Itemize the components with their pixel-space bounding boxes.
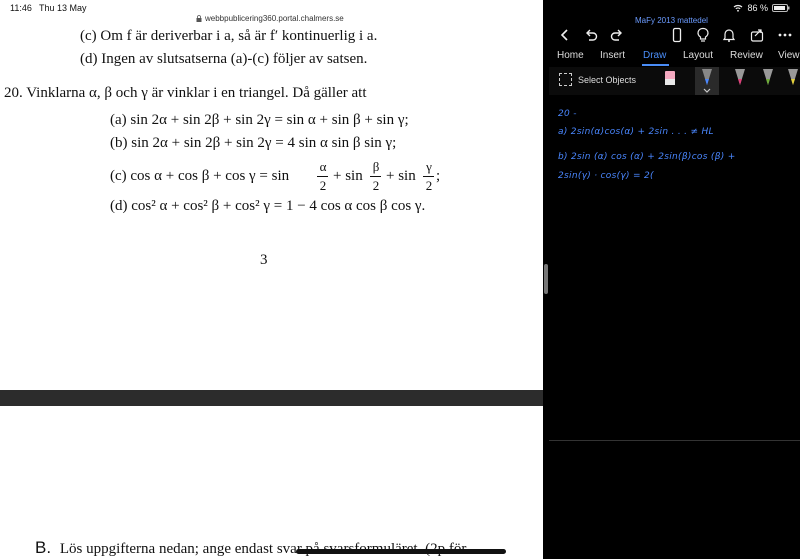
undo-icon[interactable] [583, 27, 599, 43]
option-c-label: (c) cos α + cos β + cos γ = sin [110, 168, 290, 184]
pdf-line-c: (c) Om f är deriverbar i a, så är f′ kon… [80, 28, 378, 44]
tab-view[interactable]: View [778, 50, 800, 61]
ribbon-tabs: Home Insert Draw Layout Review View [549, 50, 800, 66]
pdf-line-d: (d) Ingen av slutsatserna (a)-(c) följer… [80, 51, 368, 67]
page-gap [0, 390, 543, 406]
tab-review[interactable]: Review [730, 50, 763, 61]
plus-sin-2: + sin [386, 168, 416, 184]
plus-sin-1: + sin [333, 168, 363, 184]
frac-beta-den: 2 [372, 178, 380, 193]
draw-toolbar: Select Objects [549, 67, 800, 95]
section-b-text: B. Lös uppgifterna nedan; ange endast sv… [35, 538, 466, 558]
select-objects-button[interactable]: Select Objects [559, 73, 636, 86]
status-time: 11:46 [10, 3, 32, 13]
eraser-icon[interactable] [659, 67, 681, 95]
tab-draw[interactable]: Draw [643, 50, 666, 61]
tab-layout[interactable]: Layout [683, 50, 713, 61]
phone-view-icon[interactable] [669, 27, 685, 43]
option-b: (b) sin 2α + sin 2β + sin 2γ = 4 sin α s… [110, 135, 397, 151]
onenote-pane: 86 % MaFy 2013 mattedel Home Insert Draw… [549, 0, 800, 559]
pen-green-icon[interactable] [757, 67, 779, 95]
back-chevron-icon[interactable] [557, 27, 573, 43]
option-c: (c) cos α + cos β + cos γ = sin [110, 168, 289, 185]
page-number: 3 [260, 252, 268, 268]
status-bar-right: 86 % [733, 3, 790, 13]
frac-gamma-den: 2 [425, 178, 433, 193]
url-text: webbpublicering360.portal.chalmers.se [205, 14, 344, 23]
lightbulb-icon[interactable] [695, 27, 711, 43]
tab-insert[interactable]: Insert [600, 50, 625, 61]
wifi-icon [734, 4, 743, 12]
lasso-select-icon [559, 73, 572, 86]
option-a: (a) sin 2α + sin 2β + sin 2γ = sin α + s… [110, 112, 409, 128]
select-objects-label: Select Objects [578, 74, 637, 85]
frac-beta-num: β [372, 159, 380, 174]
ink-line: 2sin(γ) · cos(γ) = 2( [558, 171, 654, 181]
frac-alpha-den: 2 [319, 178, 327, 193]
browser-pane: 11:46 Thu 13 May webbpublicering360.port… [0, 0, 543, 559]
option-d: (d) cos² α + cos² β + cos² γ = 1 − 4 cos… [110, 198, 426, 214]
question-20-heading: 20. Vinklarna α, β och γ är vinklar i en… [4, 85, 367, 101]
top-toolbar [549, 27, 800, 47]
frac-alpha-num: α [319, 159, 327, 174]
bell-icon[interactable] [721, 27, 737, 43]
status-date: Thu 13 May [39, 3, 87, 13]
share-icon[interactable] [749, 27, 765, 43]
split-view-handle[interactable] [544, 264, 548, 294]
note-canvas[interactable]: 20 - a) 2sin(α)cos(α) + 2sin . . . ≠ HL … [549, 95, 800, 440]
notebook-title[interactable]: MaFy 2013 mattedel [635, 16, 708, 25]
pen-blue-icon[interactable] [694, 67, 720, 95]
active-tab-indicator [642, 64, 669, 66]
home-indicator[interactable] [296, 549, 506, 554]
ink-line: 20 - [558, 109, 577, 119]
ink-line: b) 2sin (α) cos (α) + 2sin(β)cos (β) + [558, 152, 736, 162]
frac-bar [317, 176, 328, 177]
more-icon[interactable] [777, 27, 793, 43]
pen-pink-icon[interactable] [729, 67, 751, 95]
pdf-page-2 [0, 406, 543, 559]
canvas-separator [549, 440, 800, 441]
status-bar: 11:46 Thu 13 May webbpublicering360.port… [0, 0, 543, 28]
redo-icon[interactable] [609, 27, 625, 43]
frac-bar [423, 176, 434, 177]
tab-home[interactable]: Home [557, 50, 584, 61]
ink-line: a) 2sin(α)cos(α) + 2sin . . . ≠ HL [558, 127, 714, 137]
section-b-letter: B. [35, 538, 52, 557]
option-c-end: ; [436, 168, 441, 184]
frac-gamma-num: γ [426, 159, 432, 174]
frac-bar [370, 176, 381, 177]
address-bar[interactable]: webbpublicering360.portal.chalmers.se [196, 14, 344, 23]
battery-icon [772, 4, 790, 12]
battery-percent: 86 % [747, 3, 768, 13]
highlighter-icon[interactable] [785, 67, 800, 95]
lock-icon [196, 15, 202, 22]
